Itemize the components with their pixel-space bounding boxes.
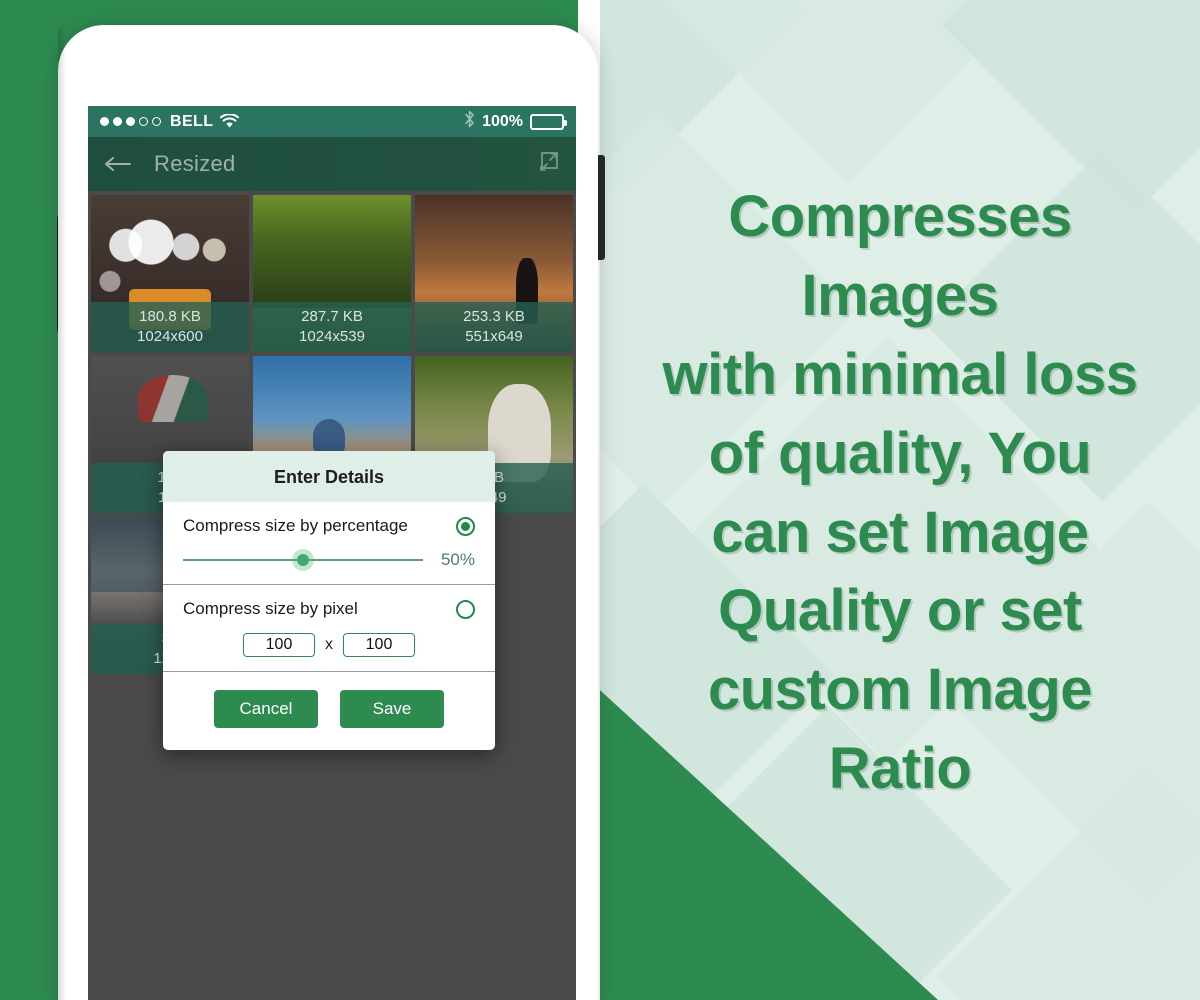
slider-thumb[interactable] [297,554,309,566]
promo-line: of quality, You [708,420,1092,486]
promo-text-block: Compresses Images with minimal loss of q… [620,178,1180,809]
enter-details-dialog: Enter Details Compress size by percentag… [163,451,495,750]
pixel-inputs-row: x [183,633,475,657]
promo-line: Quality or set [718,578,1082,644]
pixel-height-input[interactable] [343,633,415,657]
promo-line: Images [801,262,999,328]
radio-selected-dot [461,521,470,531]
percentage-slider[interactable] [183,549,423,571]
dialog-header: Enter Details [163,451,495,502]
promo-line: Compresses [728,184,1072,249]
percentage-section: Compress size by percentage 50% [163,502,495,585]
promo-line: custom Image [708,657,1093,723]
cancel-button[interactable]: Cancel [214,690,318,728]
percentage-radio-button[interactable] [456,516,475,536]
phone-screen: BELL 100% Resized 180.8 KB 1024x600 287.… [88,106,576,1000]
phone-power-button[interactable] [597,155,605,260]
promo-line: with minimal loss [662,341,1138,407]
save-button[interactable]: Save [340,690,444,728]
promo-line: can set Image [711,499,1089,565]
pixel-width-input[interactable] [243,633,315,657]
phone-device-frame: BELL 100% Resized 180.8 KB 1024x600 287.… [58,25,598,1000]
percentage-option-label: Compress size by percentage [183,516,408,535]
percentage-value-label: 50% [440,550,475,569]
dialog-action-row: Cancel Save [163,672,495,750]
pixel-separator-label: x [325,636,333,653]
promo-line: Ratio [828,736,972,802]
pixel-option-label: Compress size by pixel [183,599,358,618]
pixel-radio-button[interactable] [456,599,475,619]
dialog-title: Enter Details [273,467,385,487]
pixel-section: Compress size by pixel x [163,585,495,672]
percentage-slider-row: 50% [183,549,475,571]
